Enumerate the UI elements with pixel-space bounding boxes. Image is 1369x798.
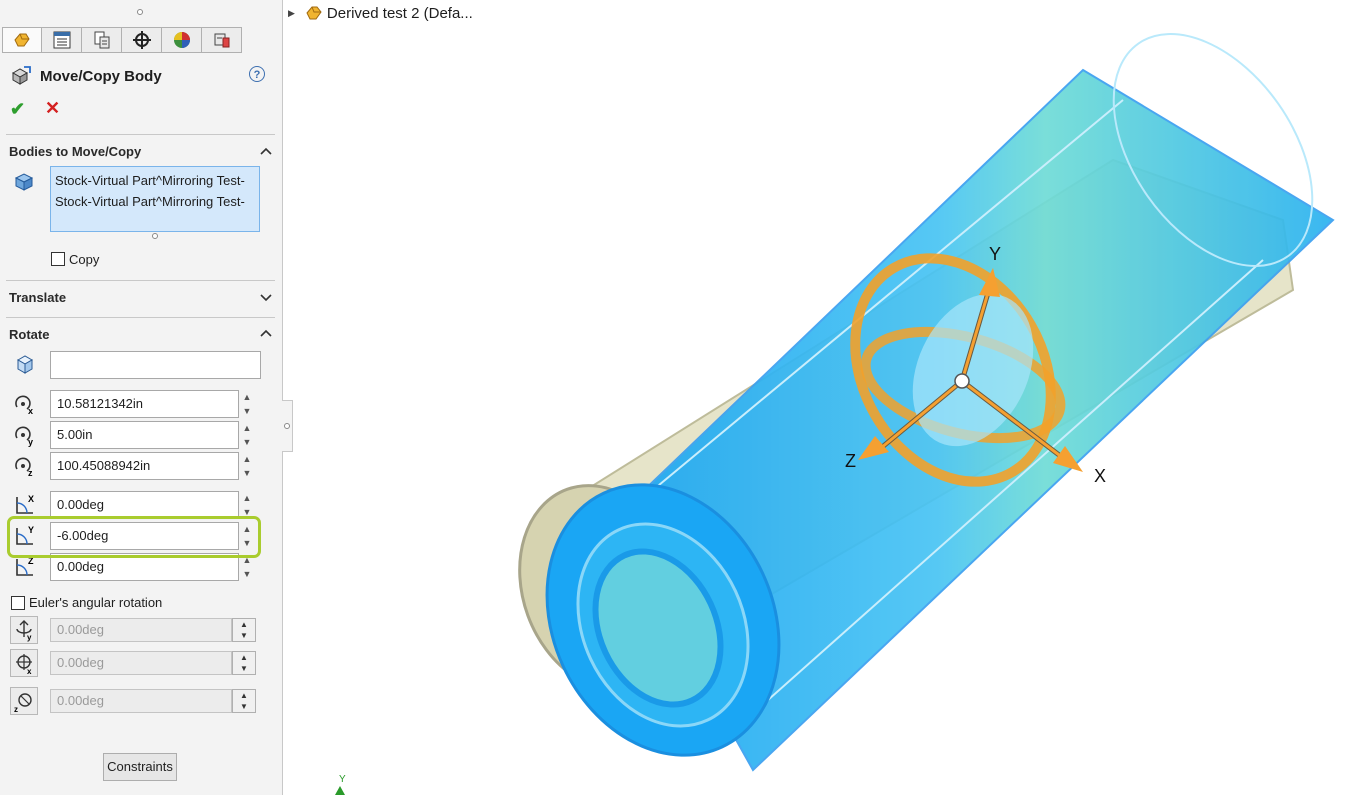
rotation-reference-icon (13, 353, 37, 377)
euler-rotation-checkbox[interactable] (11, 596, 25, 610)
display-manager-icon (173, 32, 190, 48)
euler-z-spinner[interactable]: ▲ ▼ (232, 689, 256, 713)
graphics-area[interactable]: Y X Z Y (283, 0, 1369, 795)
feature-manager-icon (14, 33, 30, 47)
bodies-selection-list[interactable]: Stock-Virtual Part^Mirroring Test- Stock… (50, 166, 260, 232)
copy-checkbox[interactable] (51, 252, 65, 266)
configuration-manager-icon (94, 31, 109, 49)
euler-x-spinner[interactable]: ▲ ▼ (232, 651, 256, 675)
property-manager-title: Move/Copy Body (40, 67, 162, 85)
euler-y-field[interactable]: 0.00deg (50, 618, 232, 642)
tab-configuration-manager[interactable] (82, 27, 122, 53)
x-angle-field[interactable]: 0.00deg (50, 491, 239, 519)
ok-button[interactable]: ✔ (10, 99, 25, 120)
z-angle-icon: Z (13, 555, 37, 579)
svg-text:z: z (28, 468, 33, 478)
svg-text:y: y (28, 437, 33, 447)
triad-y-label: Y (989, 244, 1001, 264)
highlight-frame (7, 516, 261, 558)
part-icon (306, 6, 322, 20)
tab-dimxpert-manager[interactable] (122, 27, 162, 53)
z-origin-field[interactable]: 100.45088942in (50, 452, 239, 480)
y-origin-spinner[interactable]: ▲ ▼ (240, 421, 254, 449)
property-manager-icon (53, 31, 70, 49)
body-selection-icon (14, 172, 36, 195)
feature-tree-root[interactable]: ▶ Derived test 2 (Defa... (288, 4, 473, 22)
divider (6, 280, 275, 281)
list-item[interactable]: Stock-Virtual Part^Mirroring Test- (55, 191, 255, 212)
tab-property-manager[interactable] (42, 27, 82, 53)
euler-x-field[interactable]: 0.00deg (50, 651, 232, 675)
x-origin-field[interactable]: 10.58121342in (50, 390, 239, 418)
rotate-section-title[interactable]: Rotate (9, 327, 49, 342)
z-origin-spinner[interactable]: ▲ ▼ (240, 452, 254, 480)
list-resize-grip[interactable] (152, 233, 158, 239)
tab-cam-manager[interactable] (202, 27, 242, 53)
rotation-reference-field[interactable] (50, 351, 261, 379)
cam-icon (214, 33, 229, 48)
svg-text:x: x (28, 406, 33, 416)
divider (6, 317, 275, 318)
property-manager-panel: Move/Copy Body ? ✔ ✕ Bodies to Move/Copy… (0, 0, 283, 795)
panel-resize-grip[interactable] (137, 9, 143, 15)
help-icon[interactable]: ? (249, 66, 265, 82)
y-origin-field[interactable]: 5.00in (50, 421, 239, 449)
bodies-section-title[interactable]: Bodies to Move/Copy (9, 144, 141, 159)
svg-text:X: X (28, 494, 34, 504)
euler-x-icon: x (10, 649, 38, 677)
expand-arrow-icon[interactable]: ▶ (288, 8, 295, 19)
tab-feature-manager[interactable] (2, 27, 42, 53)
svg-text:y: y (27, 633, 32, 642)
triad-x-label: X (1094, 466, 1106, 486)
model-viewport[interactable]: Y X Z Y (283, 0, 1369, 795)
euler-z-icon: z (10, 687, 38, 715)
chevron-up-icon[interactable] (259, 327, 273, 341)
constraints-button[interactable]: Constraints (103, 753, 177, 781)
chevron-down-icon[interactable] (259, 290, 273, 304)
tab-display-manager[interactable] (162, 27, 202, 53)
divider (6, 134, 275, 135)
dimxpert-icon (132, 31, 151, 49)
chevron-up-icon[interactable] (259, 145, 273, 159)
feature-tree-root-label: Derived test 2 (Defa... (326, 4, 473, 22)
x-angle-spinner[interactable]: ▲ ▼ (240, 491, 254, 519)
reference-y-label: Y (339, 774, 346, 785)
euler-z-field[interactable]: 0.00deg (50, 689, 232, 713)
euler-y-spinner[interactable]: ▲ ▼ (232, 618, 256, 642)
y-origin-icon: y (13, 423, 37, 447)
z-origin-icon: z (13, 454, 37, 478)
euler-y-icon: y (10, 616, 38, 644)
property-manager-header: Move/Copy Body (10, 64, 162, 88)
euler-rotation-label: Euler's angular rotation (29, 595, 163, 610)
move-copy-body-icon (11, 66, 31, 85)
svg-text:z: z (14, 705, 18, 714)
cancel-button[interactable]: ✕ (45, 98, 60, 119)
translate-section-title[interactable]: Translate (9, 290, 66, 305)
triad-z-label: Z (845, 451, 856, 471)
list-item[interactable]: Stock-Virtual Part^Mirroring Test- (55, 170, 255, 191)
copy-label: Copy (69, 252, 100, 267)
x-angle-icon: X (13, 493, 37, 517)
reference-triad: Y (335, 774, 346, 795)
svg-text:x: x (27, 667, 32, 676)
x-origin-icon: x (13, 392, 37, 416)
manager-tabs (2, 27, 242, 53)
x-origin-spinner[interactable]: ▲ ▼ (240, 390, 254, 418)
